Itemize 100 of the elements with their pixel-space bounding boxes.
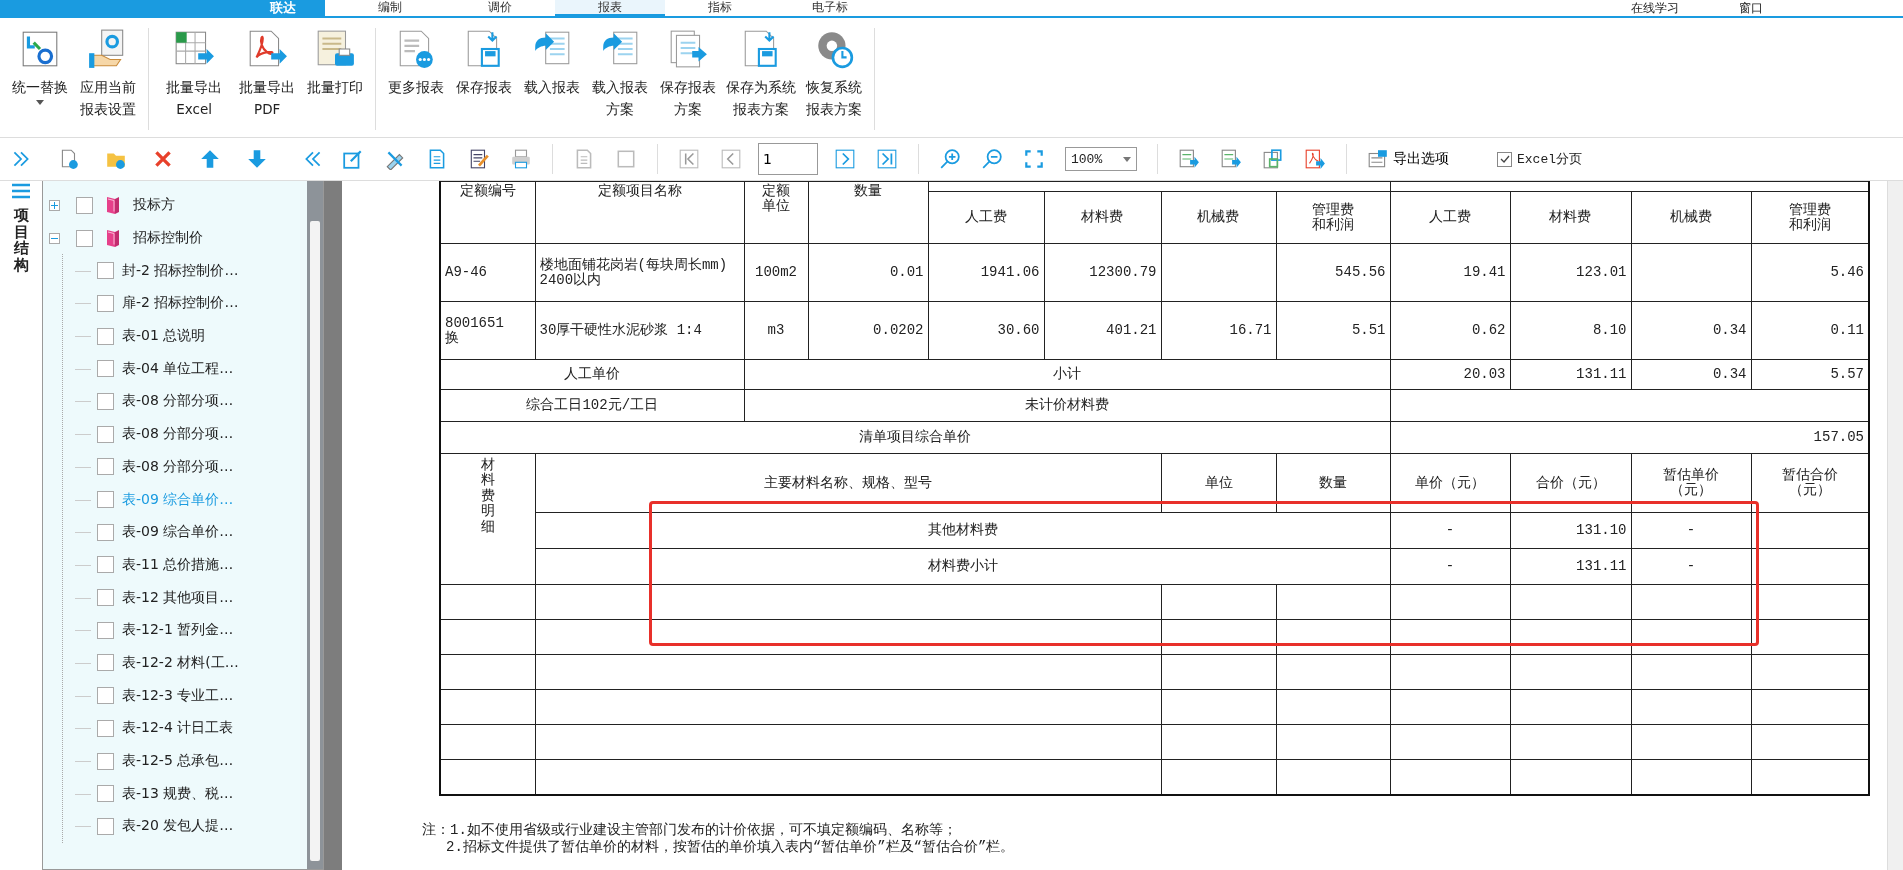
tree-checkbox[interactable] (97, 719, 114, 737)
tree-checkbox[interactable] (97, 621, 114, 639)
table-cell: - (1631, 548, 1751, 585)
zoom-dropdown[interactable]: 100% (1065, 147, 1137, 171)
tree-item[interactable]: 表-12-5 总承包… (122, 752, 234, 771)
export-options-button[interactable]: 导出选项 (1367, 148, 1449, 170)
tree-checkbox[interactable] (97, 523, 114, 541)
tree-item[interactable]: 表-09 综合单价… (122, 523, 234, 542)
tree-checkbox[interactable] (97, 687, 114, 705)
ribbon-button[interactable]: 保存报表 (452, 28, 517, 130)
tree-item[interactable]: 表-08 分部分项… (122, 457, 234, 476)
table-cell: 未计价材料费 (744, 389, 1390, 422)
printer-icon[interactable] (510, 148, 532, 170)
scrollbar[interactable] (307, 181, 323, 869)
notes-icon[interactable] (468, 148, 490, 170)
tree-item[interactable]: 表-12-4 计日工表 (122, 719, 234, 738)
tree-item[interactable]: 表-20 发包人提… (122, 817, 234, 836)
menu-tab[interactable]: 调价 (445, 0, 555, 16)
sheet-export-icon[interactable] (1220, 148, 1242, 170)
tree-checkbox[interactable] (97, 294, 114, 312)
column-header: 主要材料名称、规格、型号 (535, 453, 1161, 513)
down-arrow-icon[interactable] (246, 148, 268, 170)
ribbon-button[interactable]: 保存报表方案 (656, 28, 721, 130)
tree-item[interactable]: 表-13 规费、税… (122, 784, 234, 803)
book-icon (105, 195, 121, 216)
tree-checkbox[interactable] (97, 589, 114, 607)
tree-item[interactable]: 招标控制价 (133, 229, 203, 248)
table-export-icon[interactable] (1178, 148, 1200, 170)
ribbon-button[interactable]: 批量导出Excel (157, 28, 232, 130)
tree-item[interactable]: 表-04 单位工程… (122, 359, 234, 378)
tree-checkbox[interactable] (97, 752, 114, 770)
ribbon-button[interactable]: 恢复系统报表方案 (802, 28, 867, 130)
edit-icon[interactable] (342, 148, 364, 170)
tree-checkbox[interactable] (97, 392, 114, 410)
zoom-out-icon[interactable] (981, 148, 1003, 170)
tree-checkbox[interactable] (97, 360, 114, 378)
table-cell: 16.71 (1161, 301, 1276, 360)
expand-toggle[interactable] (49, 199, 60, 211)
table-cell: 5.51 (1276, 301, 1390, 360)
tree-checkbox[interactable] (97, 425, 114, 443)
header-link[interactable]: 在线学习 (1631, 1, 1679, 15)
ribbon-button[interactable]: 载入报表 (520, 28, 585, 130)
tree-item[interactable]: 表-08 分部分项… (122, 425, 234, 444)
table-cell: 30厚干硬性水泥砂浆 1:4 (535, 301, 744, 360)
table-cell: 0.34 (1631, 359, 1751, 390)
table-cell: 8001651换 (440, 301, 535, 360)
copy-icon[interactable] (615, 148, 637, 170)
menu-icon[interactable] (11, 183, 31, 199)
ribbon-button[interactable]: 保存为系统报表方案 (724, 28, 799, 130)
tree-checkbox[interactable] (76, 229, 93, 247)
tree-checkbox[interactable] (97, 654, 114, 672)
ribbon-button[interactable]: 应用当前报表设置 (76, 28, 140, 130)
tree-item[interactable]: 表-08 分部分项… (122, 392, 234, 411)
header-link[interactable]: 窗口 (1739, 1, 1763, 15)
tree-checkbox[interactable] (97, 491, 114, 509)
tree-item[interactable]: 表-11 总价措施… (122, 555, 234, 574)
book-icon (105, 228, 121, 249)
table-cell: 123.01 (1510, 243, 1631, 302)
tree-checkbox[interactable] (97, 327, 114, 345)
ribbon-button[interactable]: 统一替换 (8, 28, 72, 130)
collapse-toggle[interactable] (49, 232, 60, 244)
menu-tab[interactable]: 指标 (665, 0, 775, 16)
ribbon-button[interactable]: 批量打印 (303, 28, 368, 130)
tree-checkbox[interactable] (97, 817, 114, 835)
tree-checkbox[interactable] (97, 785, 114, 803)
tree-checkbox[interactable] (97, 458, 114, 476)
previous-page-icon[interactable] (720, 148, 742, 170)
tree-checkbox[interactable] (97, 556, 114, 574)
last-page-icon[interactable] (876, 148, 898, 170)
tree-item[interactable]: 表-01 总说明 (122, 327, 206, 346)
tree-item[interactable]: 表-12-1 暂列金… (122, 621, 234, 640)
tree-item[interactable]: 封-2 招标控制价… (122, 261, 239, 280)
tree-item[interactable]: 表-12-2 材料(工… (122, 653, 239, 672)
ribbon-button[interactable]: 更多报表 (384, 28, 449, 130)
fit-page-icon[interactable] (1023, 148, 1045, 170)
first-page-icon[interactable] (678, 148, 700, 170)
page-swap-icon[interactable] (1262, 148, 1284, 170)
column-header: 材料费 (1044, 191, 1161, 244)
table-cell: 100m2 (744, 243, 808, 302)
tree-checkbox[interactable] (76, 196, 93, 214)
tree-checkbox[interactable] (97, 262, 114, 280)
menu-tab[interactable]: 电子标 (775, 0, 885, 16)
next-page-icon[interactable] (834, 148, 856, 170)
pdf-export-icon[interactable] (1304, 148, 1326, 170)
table-cell: 楼地面铺花岗岩(每块周长mm) 2400以内 (535, 243, 744, 302)
menu-tab[interactable]: 报表 (555, 0, 665, 16)
scrollbar[interactable] (1887, 181, 1903, 870)
tree-item[interactable]: 表-12-3 专业工… (122, 686, 234, 705)
ribbon-button[interactable]: 载入报表方案 (588, 28, 653, 130)
page-number-field[interactable]: 1 (758, 143, 818, 175)
excel-paging-checkbox[interactable]: Excel分页 (1489, 150, 1582, 168)
tree-item[interactable]: 投标方 (133, 196, 175, 215)
zoom-in-icon[interactable] (939, 148, 961, 170)
menu-tab[interactable]: 编制 (335, 0, 445, 16)
up-arrow-icon[interactable] (199, 148, 221, 170)
ribbon-button[interactable]: 批量导出PDF (235, 28, 300, 130)
tree-item[interactable]: 表-12 其他项目… (122, 588, 234, 607)
table-cell: 清单项目综合单价 (440, 421, 1390, 454)
tree-item[interactable]: 扉-2 招标控制价… (122, 294, 239, 313)
delete-icon[interactable] (152, 148, 174, 170)
